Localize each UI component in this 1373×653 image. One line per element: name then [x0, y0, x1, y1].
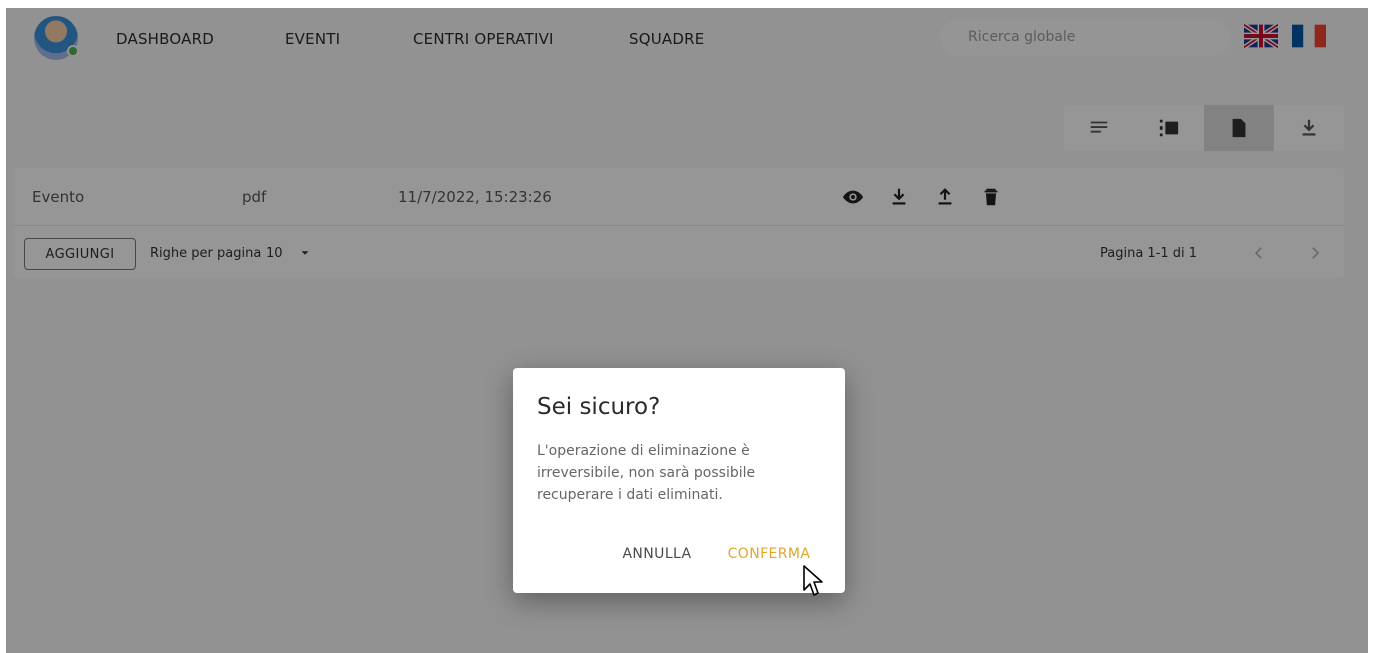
app-window: DASHBOARD EVENTI CENTRI OPERATIVI SQUADR…: [6, 8, 1368, 653]
cancel-button[interactable]: ANNULLA: [607, 536, 707, 572]
dialog-title: Sei sicuro?: [537, 394, 661, 420]
confirm-delete-dialog: Sei sicuro? L'operazione di eliminazione…: [513, 368, 845, 593]
pointer-cursor-icon: [803, 565, 823, 596]
dialog-message: L'operazione di eliminazione è irreversi…: [537, 443, 756, 503]
